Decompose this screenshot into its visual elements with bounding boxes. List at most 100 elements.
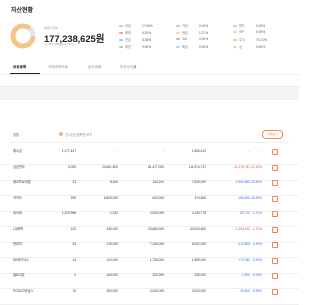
legend-pct: 4.20% (142, 31, 152, 35)
stock-name[interactable]: SK하이닉스 (13, 258, 41, 262)
legend-name: 예금 (182, 45, 188, 49)
legend-swatch-icon (233, 38, 237, 42)
holding-only-toggle[interactable]: 잔고있는종목만 보기 (65, 132, 92, 137)
tab-holdings[interactable]: 보유종목 (13, 65, 26, 70)
order-icon[interactable] (272, 226, 278, 233)
legend-name: 연금 (125, 38, 131, 42)
legend-item: 주식 70.21% (233, 37, 267, 42)
quantity: 34 (72, 242, 76, 246)
view-all-button[interactable]: 전체보기 (262, 130, 283, 139)
profit-rate: -1.72% (251, 226, 262, 231)
legend-pct: 6.35% (142, 38, 152, 42)
buy-amount: 3,000,000 (149, 288, 164, 293)
legend-pct: 0.03% (256, 24, 266, 28)
stock-name[interactable]: LG화학 (13, 227, 41, 231)
legend-pct: 0.00% (142, 45, 152, 49)
stock-name[interactable]: 셀트리온 (13, 273, 41, 277)
legend-name: 현금 (182, 31, 188, 35)
stock-name[interactable]: 현대차 (13, 242, 41, 246)
legend-item: 펀드 0.03% (233, 23, 265, 28)
legend-item: ISA 0.00% (176, 37, 208, 41)
legend-pct: 1.27% (199, 31, 209, 35)
order-icon[interactable] (272, 288, 278, 295)
profit-rate: -1.72% (251, 211, 262, 215)
tab-bar: 보유종목 거래내역조회 손익조회 투자수익률 (0, 60, 299, 75)
profit-amount: -11,276,787 (233, 164, 250, 169)
order-icon[interactable] (272, 242, 278, 248)
legend-pct: 0.00% (199, 24, 209, 28)
legend-item: 금 0.00% (233, 44, 265, 49)
quantity: 31 (72, 180, 76, 184)
toggle-icon[interactable] (59, 132, 63, 136)
legend-item: 국내 17.96% (119, 23, 153, 28)
legend-pct: 70.21% (256, 38, 267, 42)
legend-pct: 0.00% (199, 45, 209, 49)
buy-amount: 81,477,000 (148, 164, 164, 169)
buy-amount: 33,660,000 (148, 226, 164, 231)
profit-rate: -29.84% (250, 180, 262, 184)
avg-price: 330,000 (106, 226, 118, 231)
legend-swatch-icon (119, 38, 123, 42)
table-row[interactable]: POSCO홀딩스 10 300,000 3,000,000 3,020,000 -29,6… (0, 286, 299, 305)
quantity: 1,277,447 (61, 149, 76, 153)
order-icon[interactable] (272, 257, 278, 264)
buy-amount: 2,000,000 (149, 211, 164, 215)
order-icon[interactable] (272, 273, 278, 279)
eval-amount: 43,003,600 (190, 226, 206, 231)
stock-name[interactable]: POSCO홀딩스 (13, 289, 41, 293)
profit-rate: - (260, 149, 262, 153)
quantity: 299 (70, 195, 76, 200)
order-icon[interactable] (272, 180, 278, 186)
legend-name: 국내 (125, 24, 131, 28)
legend-name: 해외 (125, 31, 131, 35)
profit-amount: - (248, 149, 250, 153)
tab-transactions[interactable]: 거래내역조회 (48, 65, 68, 70)
avg-price: 24,601,500 (102, 164, 118, 169)
legend-swatch-icon (119, 31, 123, 35)
order-icon[interactable] (272, 164, 278, 171)
tab-profit[interactable]: 손익조회 (88, 65, 101, 70)
order-icon[interactable] (272, 195, 278, 202)
active-tab-indicator (10, 73, 40, 74)
quantity: 1,229,986 (61, 211, 76, 215)
legend-name: 금 (239, 45, 242, 49)
order-icon[interactable] (272, 211, 278, 217)
stock-name[interactable]: 카카오 (13, 196, 41, 200)
legend-item: 해외 4.20% (119, 30, 151, 35)
eval-amount: 474,600 (194, 195, 206, 200)
profit-amount: -29,600 (239, 288, 250, 293)
legend-name: 펀드 (239, 24, 245, 28)
section-divider (0, 86, 299, 100)
avg-price: 6,809,000 (103, 195, 118, 200)
eval-amount: 111,574,737 (188, 164, 206, 169)
buy-amount: - (162, 149, 164, 153)
profit-amount: -210,895 (237, 242, 250, 246)
legend-swatch-icon (176, 31, 180, 35)
profit-amount: -1,900 (240, 273, 250, 277)
legend-name: 주식 (239, 38, 245, 42)
profit-amount: +17,080 (238, 257, 250, 262)
asset-donut-chart (10, 23, 36, 49)
asset-overview-page: 자산현황 총평가금액 177,238,625원 +1,267,450원(+0.7… (0, 0, 299, 305)
stock-name[interactable]: 예수금 (13, 149, 41, 153)
buy-amount: 244,200 (152, 180, 164, 184)
legend-pct: 0.00% (199, 37, 209, 41)
tab-return[interactable]: 투자수익률 (120, 65, 137, 70)
avg-price: 210,000 (106, 242, 118, 246)
profit-rate: -4.19% (251, 242, 262, 246)
stock-name[interactable]: 에코프로비엠 (13, 180, 41, 184)
legend-item: 예금 0.00% (176, 44, 208, 49)
legend-swatch-icon (176, 37, 180, 41)
profit-rate: -2.34% (251, 257, 262, 262)
stock-name[interactable]: 네이버 (13, 211, 41, 215)
order-icon[interactable] (272, 149, 278, 155)
legend-name: 기타 (182, 24, 188, 28)
quantity: 102 (70, 226, 76, 231)
stock-name[interactable]: 삼성전자 (13, 165, 41, 169)
buy-amount: 320,000 (152, 273, 164, 277)
eval-amount: 330,000 (194, 273, 206, 277)
avg-price: 160,000 (106, 273, 118, 277)
legend-name: ISA (182, 37, 188, 41)
sort-label[interactable]: 정렬 (13, 132, 19, 137)
total-eval-change: +1,267,450원(+0.72%) (44, 42, 75, 46)
